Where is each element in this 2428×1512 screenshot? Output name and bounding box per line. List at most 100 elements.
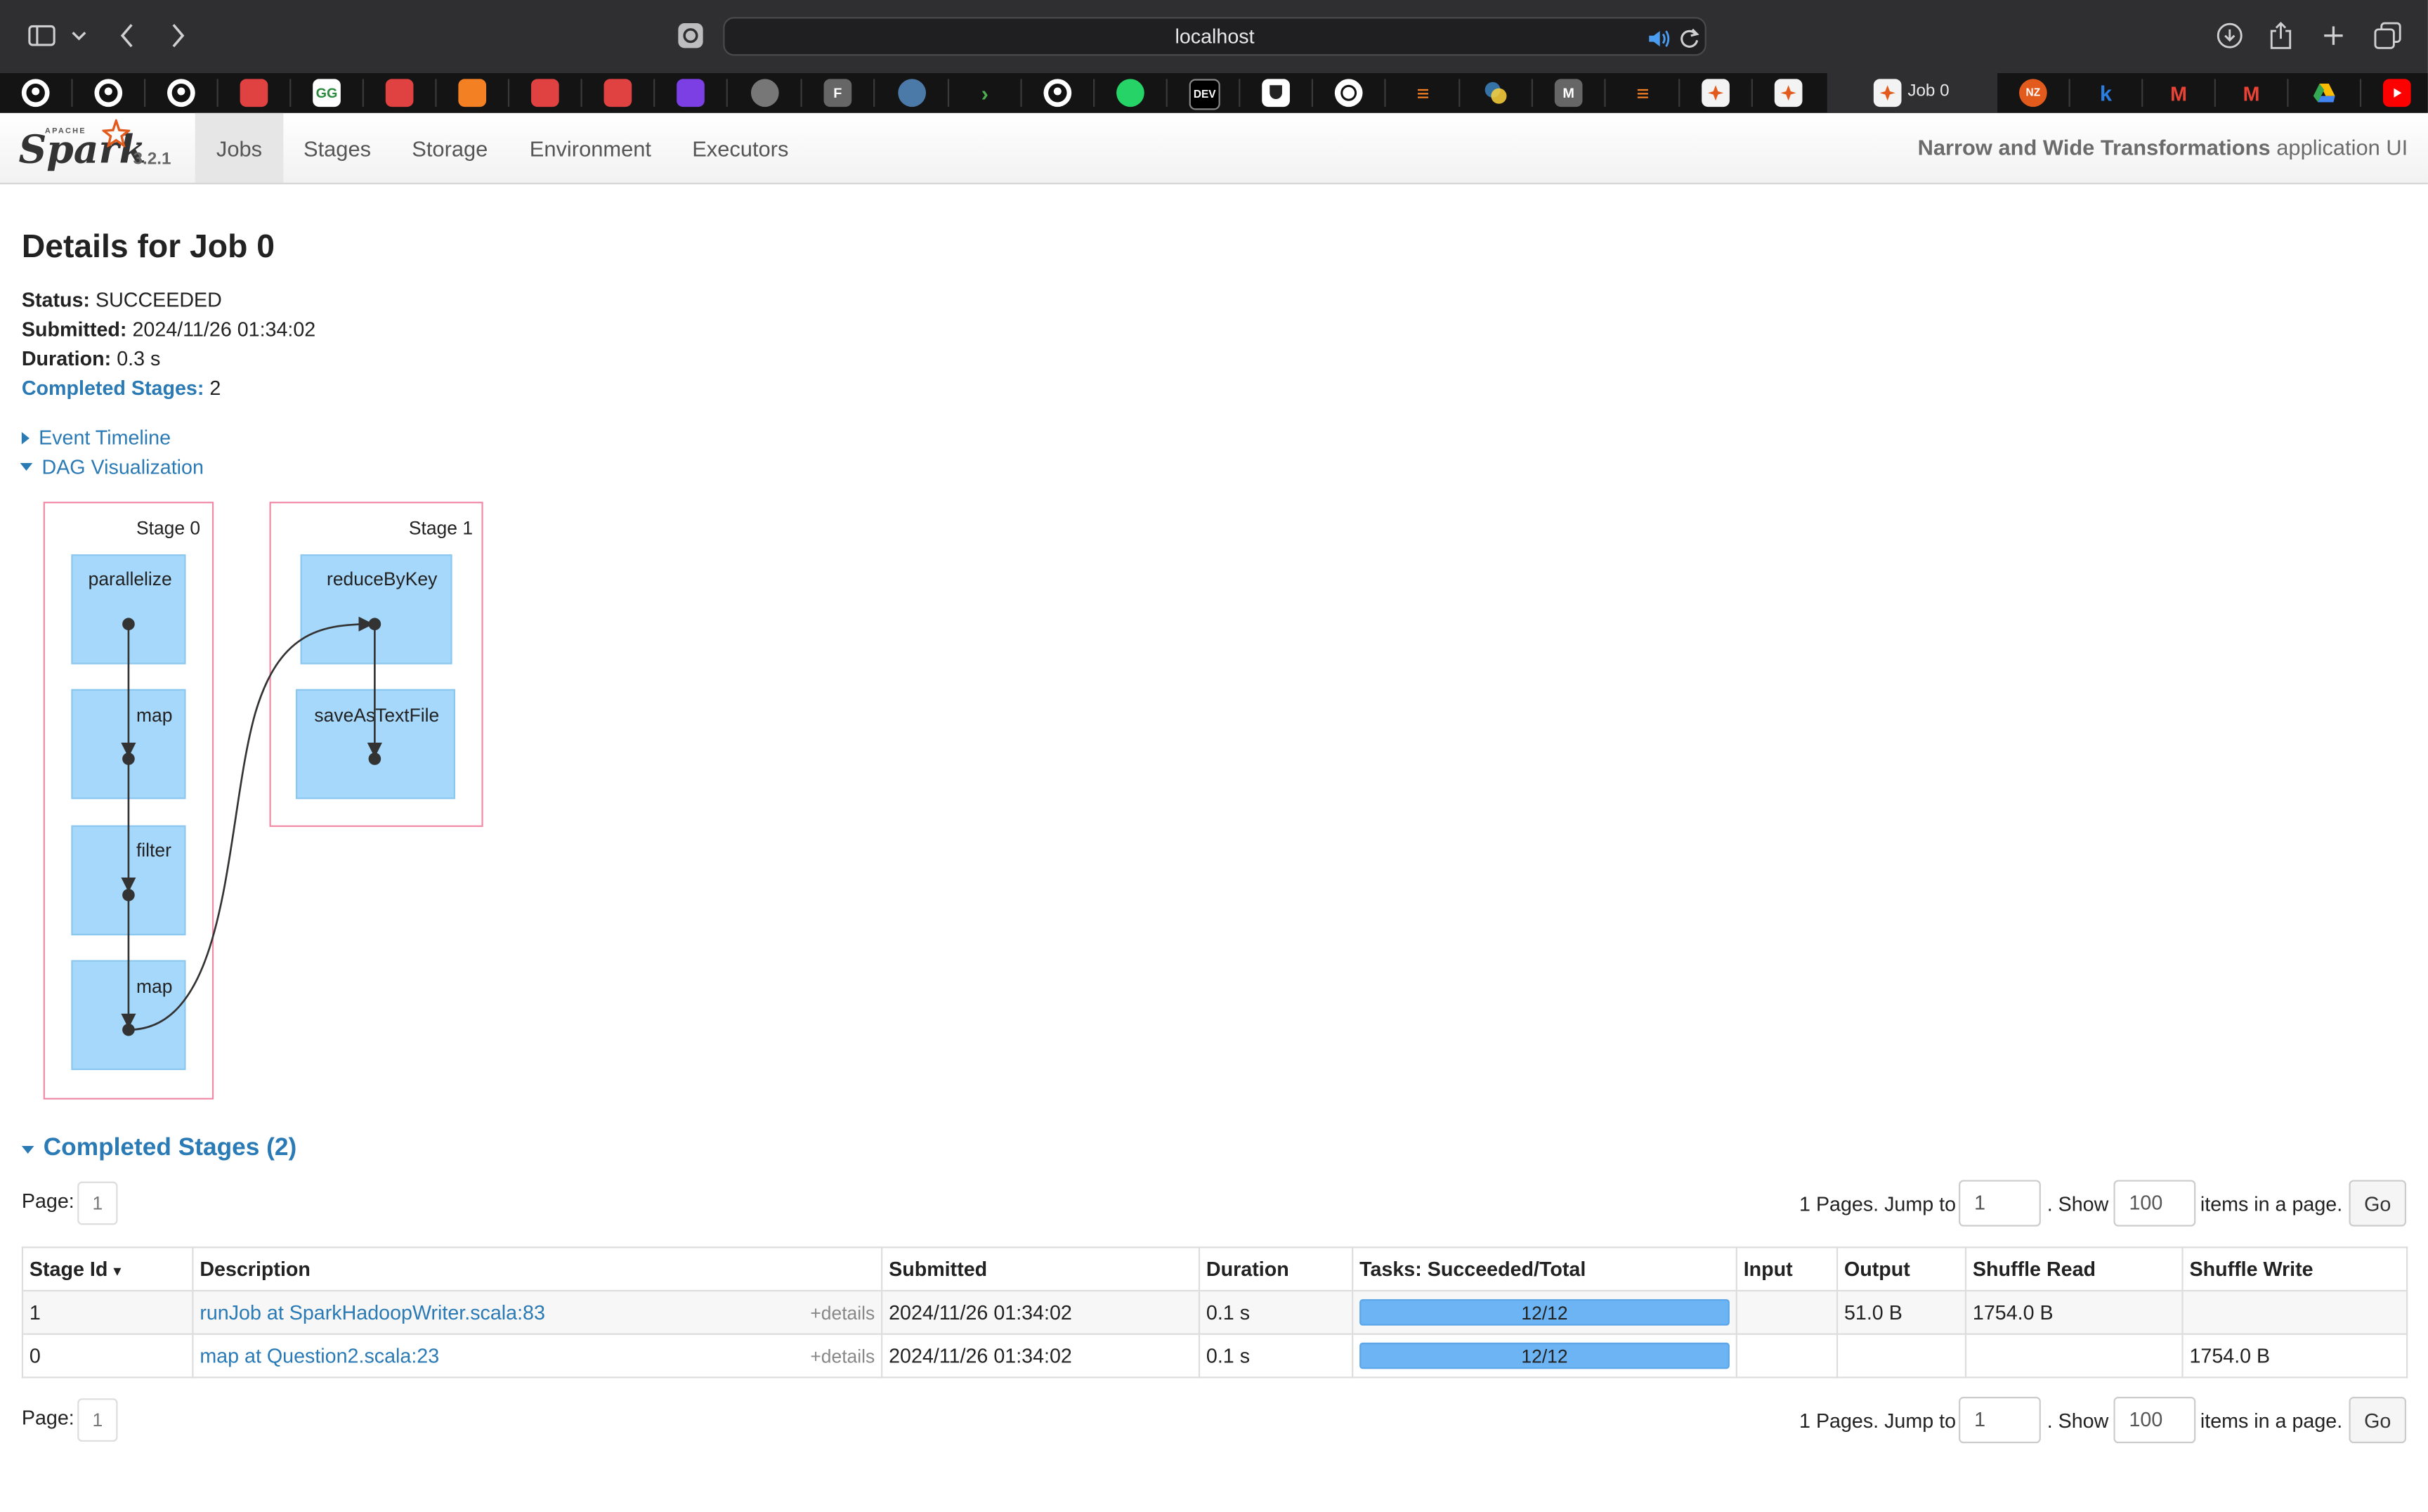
col-submitted[interactable]: Submitted (881, 1246, 1201, 1292)
sort-desc-icon: ▾ (113, 1263, 122, 1281)
col-output[interactable]: Output (1836, 1246, 1967, 1292)
dev-icon[interactable]: DEV (1189, 79, 1220, 110)
red-book-icon[interactable] (603, 79, 632, 107)
tasks-progress-label: 12/12 (1521, 1301, 1568, 1324)
page-number-button[interactable]: 1 (77, 1181, 118, 1225)
tasks-progress-bar: 12/12 (1359, 1299, 1730, 1326)
stack-icon[interactable]: ≡ (1629, 79, 1657, 107)
col-shuffle-write[interactable]: Shuffle Write (2181, 1246, 2408, 1292)
cell-duration: 0.1 s (1198, 1289, 1354, 1335)
dag-visualization: Stage 0 parallelize map filter map Stage… (0, 0, 526, 1115)
youtube-icon[interactable] (2382, 79, 2411, 107)
completed-stages-title: Completed Stages (2) (43, 1135, 297, 1161)
reload-icon[interactable] (1678, 22, 1700, 56)
col-duration[interactable]: Duration (1198, 1246, 1354, 1292)
url-text: localhost (1175, 25, 1255, 48)
cell-shuffle-write (2181, 1289, 2408, 1335)
dag-dot (122, 752, 135, 765)
table-header-row: Stage Id ▾ Description Submitted Duratio… (21, 1246, 2408, 1292)
tasks-progress-bar: 12/12 (1359, 1342, 1730, 1369)
stage-description-link[interactable]: runJob at SparkHadoopWriter.scala:83 (200, 1301, 545, 1324)
cell-description: map at Question2.scala:23 +details (192, 1333, 883, 1379)
cell-submitted: 2024/11/26 01:34:02 (881, 1289, 1201, 1335)
dag-dot (122, 889, 135, 901)
dag-edges (121, 616, 382, 1036)
show-text: . Show (2047, 1192, 2109, 1216)
cell-shuffle-read: 1754.0 B (1964, 1289, 2184, 1335)
share-icon[interactable] (2269, 18, 2293, 52)
details-toggle[interactable]: +details (810, 1345, 875, 1367)
completed-stages-header[interactable]: Completed Stages (2) (21, 1135, 297, 1164)
drive-icon[interactable] (2310, 79, 2338, 107)
nav-executors[interactable]: Executors (672, 113, 809, 183)
f-icon[interactable]: F (823, 79, 852, 107)
spark-icon[interactable] (1702, 79, 1730, 107)
col-description[interactable]: Description (192, 1246, 883, 1292)
dag-dot (122, 618, 135, 631)
col-stage-id[interactable]: Stage Id ▾ (21, 1246, 194, 1292)
shield-icon[interactable] (1262, 79, 1290, 107)
col-input[interactable]: Input (1735, 1246, 1839, 1292)
cell-description: runJob at SparkHadoopWriter.scala:83 +det… (192, 1289, 883, 1335)
app-name: Narrow and Wide Transformations applicat… (1918, 135, 2408, 159)
cell-output: 51.0 B (1836, 1289, 1967, 1335)
items-text: items in a page. (2200, 1409, 2343, 1433)
tab-active[interactable]: Job 0 (1827, 72, 1998, 113)
page-number-button[interactable]: 1 (77, 1398, 118, 1442)
go-button[interactable]: Go (2349, 1397, 2407, 1444)
jump-to-input[interactable]: 1 (1959, 1180, 2041, 1227)
tab-title: Job 0 (1907, 82, 1950, 101)
red-book-icon[interactable] (530, 79, 559, 107)
page-size-input[interactable]: 100 (2113, 1397, 2196, 1444)
table-row: 0 map at Question2.scala:23 +details 2024… (21, 1333, 2408, 1379)
page-label: Page: (21, 1189, 74, 1213)
app-name-suffix: application UI (2270, 134, 2408, 160)
pages-text: 1 Pages. Jump to (1799, 1192, 1957, 1216)
whatsapp-icon[interactable] (1116, 79, 1144, 107)
github-icon[interactable] (1043, 79, 1072, 107)
col-tasks[interactable]: Tasks: Succeeded/Total (1352, 1246, 1737, 1292)
address-bar[interactable]: localhost (723, 17, 1706, 56)
circle-icon[interactable] (750, 79, 779, 107)
site-settings-icon[interactable] (677, 18, 705, 52)
show-text: . Show (2047, 1409, 2109, 1433)
openai-icon[interactable] (1334, 79, 1363, 107)
pages-text: 1 Pages. Jump to (1799, 1409, 1957, 1433)
nz-icon[interactable]: NZ (2019, 79, 2047, 107)
gmail-icon[interactable]: M (2238, 79, 2266, 107)
dag-dot (368, 752, 381, 765)
tab-bar-right: NZ k M M (1997, 73, 2428, 113)
chevron-icon[interactable]: › (971, 79, 999, 107)
details-toggle[interactable]: +details (810, 1301, 875, 1323)
spark-icon (1873, 79, 1902, 107)
cell-input (1735, 1289, 1839, 1335)
k-icon[interactable]: k (2092, 79, 2120, 107)
cell-shuffle-read (1964, 1333, 2184, 1379)
python-icon[interactable] (1482, 79, 1510, 107)
globe-icon[interactable] (898, 79, 926, 107)
go-button[interactable]: Go (2349, 1180, 2407, 1227)
new-tab-icon[interactable] (2321, 18, 2346, 52)
cell-input (1735, 1333, 1839, 1379)
stack-icon[interactable]: ≡ (1409, 79, 1437, 107)
download-icon[interactable] (2216, 18, 2244, 52)
tab-overview-icon[interactable] (2374, 18, 2402, 52)
audio-icon[interactable] (1647, 22, 1672, 56)
gmail-icon[interactable]: M (2165, 79, 2193, 107)
feather-icon[interactable] (677, 79, 705, 107)
stage-description-link[interactable]: map at Question2.scala:23 (200, 1344, 439, 1367)
spark-icon[interactable] (1774, 79, 1803, 107)
jump-to-input[interactable]: 1 (1959, 1397, 2041, 1444)
cell-tasks: 12/12 (1352, 1333, 1737, 1379)
page-size-input[interactable]: 100 (2113, 1180, 2196, 1227)
items-text: items in a page. (2200, 1192, 2343, 1216)
app-name-bold: Narrow and Wide Transformations (1917, 134, 2271, 160)
dag-dot (122, 1023, 135, 1036)
nav-environment[interactable]: Environment (509, 113, 672, 183)
col-shuffle-read[interactable]: Shuffle Read (1964, 1246, 2184, 1292)
cell-shuffle-write: 1754.0 B (2181, 1333, 2408, 1379)
dag-edge-shuffle (128, 616, 374, 1031)
m-icon[interactable]: M (1554, 79, 1583, 107)
completed-stages-table: Stage Id ▾ Description Submitted Duratio… (21, 1246, 2408, 1379)
col-stage-id-label: Stage Id (29, 1257, 108, 1281)
